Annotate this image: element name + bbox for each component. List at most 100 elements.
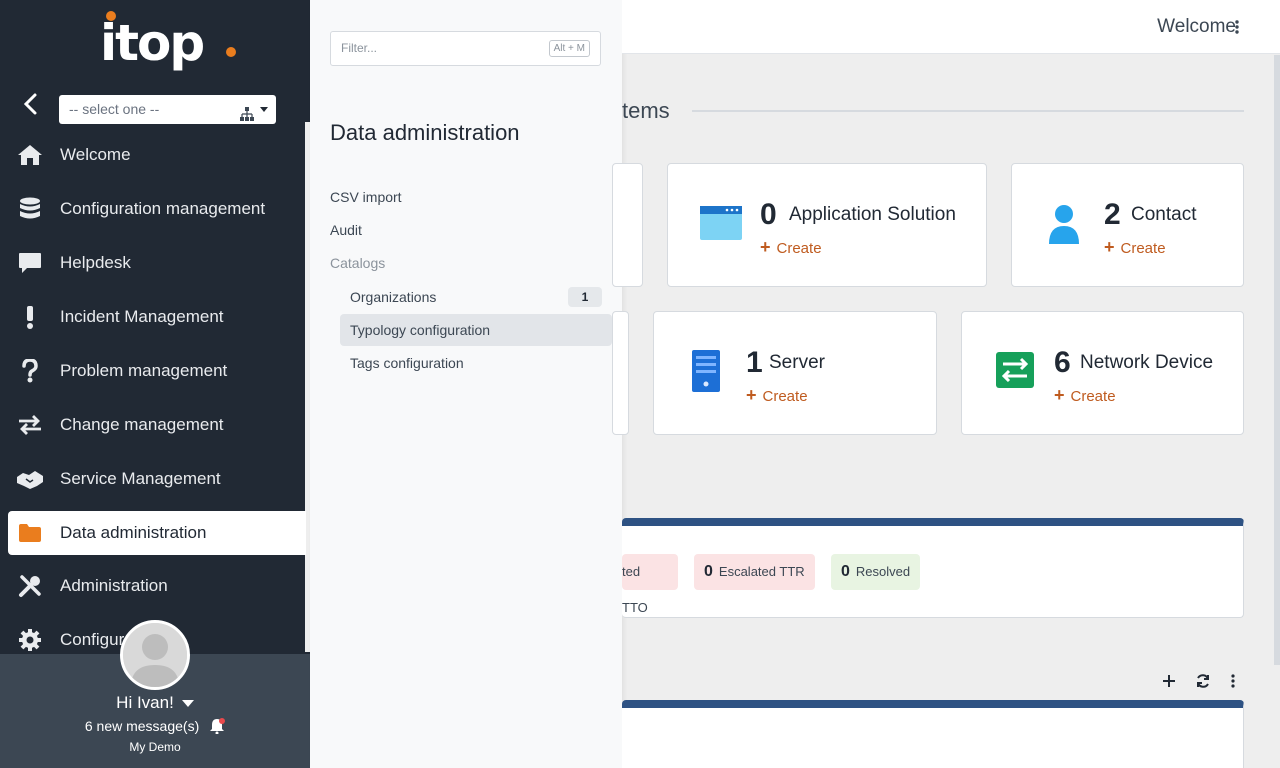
refresh-icon[interactable] <box>1193 670 1213 692</box>
main-scrollbar[interactable] <box>1274 55 1280 665</box>
create-server-link[interactable]: + Create <box>746 385 808 406</box>
menu-link-csv-import[interactable]: CSV import <box>330 189 402 205</box>
page-title-welcome[interactable]: Welcome <box>1157 16 1236 38</box>
badge-label: Resolved <box>855 564 911 579</box>
card-name: Contact <box>1131 204 1197 225</box>
svg-text:itop: itop <box>100 14 203 72</box>
sidebar-item-label: Configuration management <box>60 199 266 218</box>
card-count: 6 <box>1054 346 1071 379</box>
more-actions-icon[interactable] <box>1234 17 1240 37</box>
plus-icon: + <box>760 237 771 257</box>
exclamation-icon <box>16 305 44 329</box>
create-network-device-link[interactable]: + Create <box>1054 385 1116 406</box>
database-icon <box>16 197 44 221</box>
menu-link-audit[interactable]: Audit <box>330 222 362 238</box>
hidden-card-stub <box>612 163 643 287</box>
badge-label: ted TTO <box>622 564 648 615</box>
menu-filter-placeholder: Filter... <box>341 41 378 55</box>
avatar[interactable] <box>120 620 190 690</box>
section-title: tems <box>622 98 670 123</box>
home-icon <box>16 143 44 167</box>
badge-escalated-tto[interactable]: ted TTO <box>622 554 678 615</box>
network-switch-icon <box>996 352 1034 393</box>
create-label: Create <box>1120 240 1166 257</box>
add-icon[interactable] <box>1159 670 1179 692</box>
badge-escalated-ttr[interactable]: 0 Escalated TTR <box>694 554 815 590</box>
badge-resolved[interactable]: 0 Resolved <box>831 554 921 590</box>
chevron-down-icon <box>260 107 268 112</box>
badge-count: 0 <box>704 563 713 580</box>
collapse-menu-icon[interactable] <box>16 90 46 118</box>
sidebar-item-welcome[interactable]: Welcome <box>8 133 306 177</box>
new-messages-link[interactable]: 6 new message(s) <box>0 718 310 737</box>
badge-count: 0 <box>841 563 850 580</box>
sidebar-item-label: Administration <box>60 576 168 595</box>
user-greeting: Hi Ivan! <box>116 693 174 712</box>
hierarchy-icon <box>240 102 254 131</box>
question-icon <box>16 359 44 383</box>
caret-down-icon <box>181 700 194 708</box>
menu-link-label: Organizations <box>350 289 437 305</box>
more-actions-icon[interactable] <box>1223 670 1243 692</box>
card-name: Server <box>769 352 825 373</box>
plus-icon: + <box>1054 385 1065 405</box>
object-list-panel <box>622 700 1244 768</box>
create-application-solution-link[interactable]: + Create <box>760 237 822 258</box>
menu-link-tags-configuration[interactable]: Tags configuration <box>340 347 612 379</box>
sidebar-item-label: Incident Management <box>60 307 224 326</box>
comment-icon <box>16 251 44 275</box>
create-label: Create <box>762 388 808 405</box>
hidden-card-stub <box>612 311 629 435</box>
user-organization: My Demo <box>129 740 181 754</box>
sidebar-item-label: Change management <box>60 415 224 434</box>
sidebar-item-label: Service Management <box>60 469 221 488</box>
itop-logo[interactable]: itop <box>100 8 240 83</box>
card-count: 1 <box>746 346 763 379</box>
create-label: Create <box>776 240 822 257</box>
folder-icon <box>16 521 44 545</box>
application-window-icon <box>700 206 742 245</box>
sidebar-item-service-management[interactable]: Service Management <box>8 457 306 501</box>
top-bar: Welcome <box>622 0 1280 54</box>
handshake-icon <box>16 467 44 491</box>
sidebar-item-administration[interactable]: Administration <box>8 564 306 608</box>
user-menu-toggle[interactable]: Hi Ivan! <box>0 693 310 713</box>
sidebar-item-change-management[interactable]: Change management <box>8 403 306 447</box>
sidebar-item-label: Helpdesk <box>60 253 131 272</box>
count-badge: 1 <box>568 287 602 307</box>
card-contact[interactable]: 2 Contact + Create <box>1011 163 1244 287</box>
main-navigation-sidebar: itop -- select one -- Welcome Configurat… <box>0 0 310 768</box>
menu-filter-input[interactable]: Filter... Alt + M <box>330 31 601 66</box>
sidebar-item-incident-management[interactable]: Incident Management <box>8 295 306 339</box>
gear-icon <box>16 628 44 652</box>
menu-link-typology-configuration[interactable]: Typology configuration <box>340 314 612 346</box>
badge-label: Escalated TTR <box>718 564 805 579</box>
menu-group-catalogs: Catalogs <box>330 255 386 271</box>
plus-icon: + <box>746 385 757 405</box>
menu-flyout: Filter... Alt + M Data administration CS… <box>310 0 622 768</box>
card-name: Network Device <box>1080 352 1214 373</box>
card-application-solution[interactable]: 0 Application Solution + Create <box>667 163 987 287</box>
keyboard-shortcut-hint: Alt + M <box>548 40 590 57</box>
flyout-title: Data administration <box>330 120 520 145</box>
section-divider <box>692 110 1244 112</box>
card-count: 2 <box>1104 198 1121 231</box>
card-server[interactable]: 1 Server + Create <box>653 311 937 435</box>
card-count: 0 <box>760 198 777 231</box>
menu-link-label: Tags configuration <box>350 355 464 371</box>
server-icon <box>692 350 720 397</box>
sidebar-item-data-administration[interactable]: Data administration <box>8 511 306 555</box>
create-label: Create <box>1070 388 1116 405</box>
create-contact-link[interactable]: + Create <box>1104 237 1166 258</box>
sidebar-item-configuration-management[interactable]: Configuration management <box>8 187 306 231</box>
menu-link-organizations[interactable]: Organizations 1 <box>340 281 612 313</box>
sidebar-item-label: Problem management <box>60 361 228 380</box>
card-network-device[interactable]: 6 Network Device + Create <box>961 311 1244 435</box>
tools-icon <box>16 574 44 598</box>
sidebar-item-problem-management[interactable]: Problem management <box>8 349 306 393</box>
sidebar-item-helpdesk[interactable]: Helpdesk <box>8 241 306 285</box>
menu-link-label: Typology configuration <box>350 322 491 338</box>
sidebar-item-label: Data administration <box>60 523 207 542</box>
organization-select[interactable]: -- select one -- <box>59 95 276 124</box>
messages-count: 6 new message(s) <box>84 718 200 735</box>
